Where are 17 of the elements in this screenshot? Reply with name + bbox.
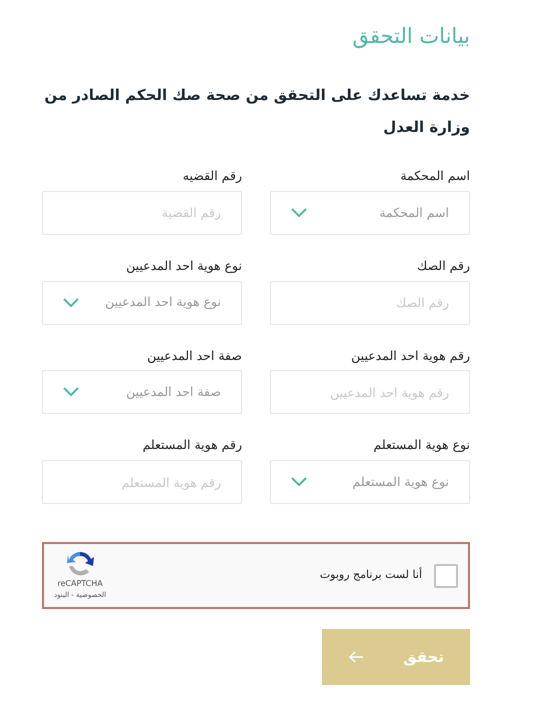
dropdown-field[interactable]: نوع هوية احد المدعيين: [42, 280, 242, 325]
field-label: رقم هوية المستعلم: [142, 436, 242, 454]
field-label: رقم هوية احد المدعيين: [350, 346, 470, 365]
captcha-brand: reCAPTCHA: [57, 578, 103, 590]
page-heading: بيانات التحقق: [351, 24, 470, 50]
dropdown-field[interactable]: صفة احد المدعيين: [42, 370, 242, 414]
dropdown-field[interactable]: نوع هوية المستعلم: [270, 460, 470, 504]
field-label: رقم القضيه: [182, 167, 242, 186]
field-label: نوع هوية احد المدعيين: [125, 256, 242, 275]
captcha-label: أنا لست برنامج روبوت: [318, 567, 422, 584]
input-field[interactable]: رقم القضية: [42, 190, 242, 235]
description-text: خدمة تساعدك على التحقق من صحة صك الحكم الصادر من وزارة العدل: [43, 85, 470, 138]
field-label: رقم الصك: [416, 256, 470, 275]
field-label: صفة احد المدعيين: [146, 346, 242, 365]
dropdown-field[interactable]: اسم المحكمة: [270, 190, 470, 235]
field-label: نوع هوية المستعلم: [372, 436, 470, 454]
field-label: اسم المحكمة: [399, 167, 470, 186]
